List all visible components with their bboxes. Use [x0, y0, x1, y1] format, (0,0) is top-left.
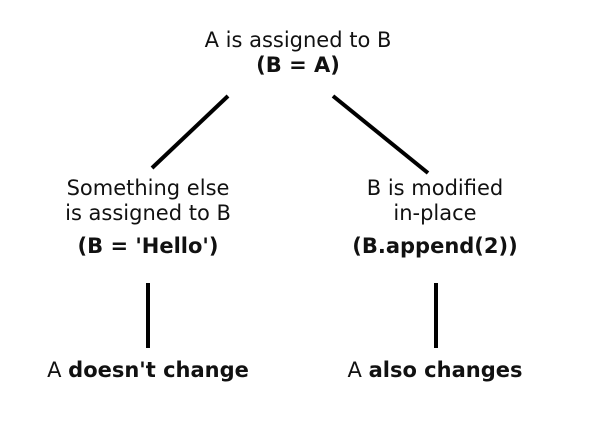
left-result: A doesn't change	[28, 358, 268, 383]
left-result-prefix: A	[47, 358, 62, 382]
right-result: A also changes	[325, 358, 545, 383]
diagram: A is assigned to B (B = A) Something els…	[0, 0, 597, 422]
connector-root-to-left	[150, 94, 230, 170]
right-branch-line1: B is modified	[366, 176, 504, 200]
right-branch-node: B is modified in-place (B.append(2))	[325, 176, 545, 260]
left-branch-node: Something else is assigned to B (B = 'He…	[28, 176, 268, 260]
right-branch-line2: in-place	[393, 201, 477, 226]
root-statement: A is assigned to B	[204, 28, 392, 52]
left-branch-line1: Something else	[66, 176, 230, 200]
right-result-text: also changes	[368, 358, 523, 382]
root-node: A is assigned to B (B = A)	[148, 28, 448, 78]
right-branch-code: (B.append(2))	[352, 234, 518, 259]
left-result-text: doesn't change	[68, 358, 249, 382]
right-result-prefix: A	[347, 358, 362, 382]
connector-root-to-right	[331, 94, 430, 175]
left-branch-code: (B = 'Hello')	[77, 234, 219, 259]
root-code: (B = A)	[256, 53, 340, 78]
left-branch-line2: is assigned to B	[65, 201, 231, 226]
